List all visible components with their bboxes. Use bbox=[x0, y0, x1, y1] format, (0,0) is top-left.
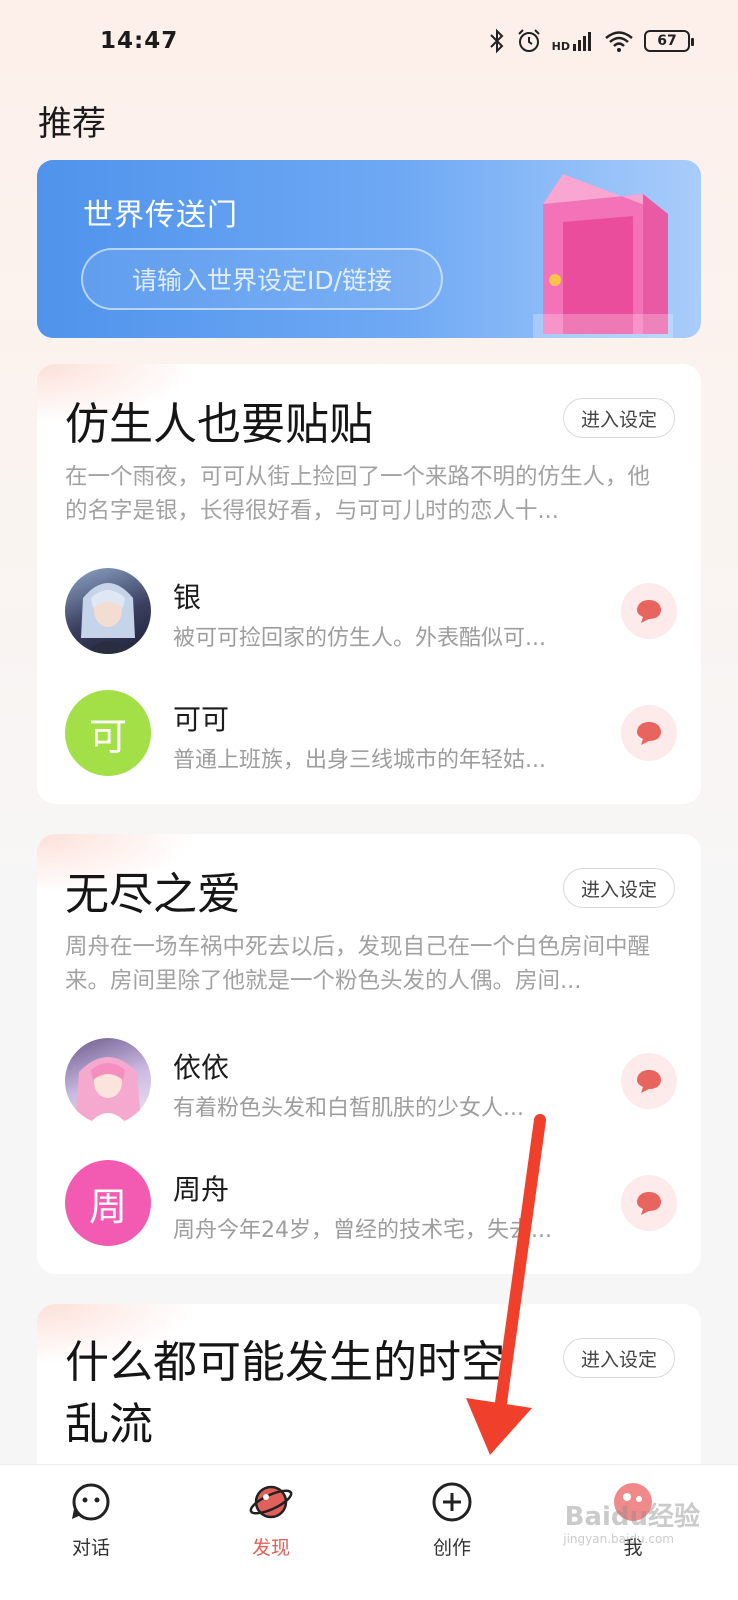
door-icon bbox=[533, 174, 673, 338]
tab-label: 发现 bbox=[251, 1537, 290, 1559]
character-description: 被可可捡回家的仿生人。外表酷似可... bbox=[173, 626, 546, 651]
tab-discover[interactable]: 发现 bbox=[216, 1481, 326, 1560]
chat-button[interactable] bbox=[621, 705, 677, 761]
planet-icon bbox=[249, 1485, 293, 1519]
world-title: 无尽之爱 bbox=[65, 869, 241, 920]
avatar-letter: 可 bbox=[88, 714, 127, 759]
pink-hair-character-icon bbox=[75, 1057, 141, 1124]
tab-create[interactable]: 创作 bbox=[397, 1481, 507, 1560]
clock: 14:47 bbox=[100, 28, 179, 54]
chat-bubble-icon bbox=[637, 1192, 661, 1215]
status-icons: HD 67 bbox=[488, 28, 694, 54]
character-name: 周舟 bbox=[173, 1173, 230, 1206]
wifi-icon bbox=[605, 31, 633, 52]
plus-circle-icon bbox=[432, 1482, 472, 1522]
avatar: 可 bbox=[65, 690, 151, 776]
enter-setting-button[interactable]: 进入设定 bbox=[563, 868, 675, 908]
character-row[interactable]: 依依 有着粉色头发和白皙肌肤的少女人... bbox=[65, 1038, 677, 1124]
bluetooth-icon bbox=[489, 28, 504, 54]
world-card[interactable]: 仿生人也要贴贴 进入设定 在一个雨夜，可可从街上捡回了一个来路不明的仿生人，他的… bbox=[37, 364, 701, 804]
avatar-letter: 周 bbox=[88, 1184, 127, 1229]
character-description: 周舟今年24岁，曾经的技术宅，失去... bbox=[173, 1218, 552, 1243]
world-description: 周舟在一场车祸中死去以后，发现自己在一个白色房间中醒来。房间里除了他就是一个粉色… bbox=[65, 934, 651, 994]
hd-label: HD bbox=[551, 40, 570, 53]
alarm-icon bbox=[517, 29, 540, 52]
silver-hair-character-icon bbox=[81, 583, 135, 654]
chat-face-icon bbox=[72, 1483, 110, 1521]
chat-button[interactable] bbox=[621, 1053, 677, 1109]
watermark-url: jingyan.baidu.com bbox=[563, 1532, 674, 1546]
chat-button[interactable] bbox=[621, 1175, 677, 1231]
character-name: 可可 bbox=[173, 703, 230, 736]
chat-bubble-icon bbox=[637, 722, 661, 745]
enter-setting-button[interactable]: 进入设定 bbox=[563, 1338, 675, 1378]
chat-bubble-icon bbox=[637, 600, 661, 623]
watermark: Baidu经验 bbox=[564, 1502, 700, 1532]
world-id-input[interactable]: 请输入世界设定ID/链接 bbox=[81, 248, 443, 310]
world-description: 在一个雨夜，可可从街上捡回了一个来路不明的仿生人，他的名字是银，长得很好看，与可… bbox=[65, 464, 651, 524]
page-title: 推荐 bbox=[38, 104, 106, 144]
character-row[interactable]: 银 被可可捡回家的仿生人。外表酷似可... bbox=[65, 568, 677, 654]
avatar bbox=[65, 568, 151, 654]
portal-title: 世界传送门 bbox=[83, 198, 238, 233]
signal-icon: HD bbox=[552, 30, 594, 52]
status-bar: 14:47 HD 67 bbox=[0, 0, 738, 90]
battery-icon: 67 bbox=[644, 30, 694, 52]
character-name: 依依 bbox=[173, 1051, 230, 1084]
chat-bubble-icon bbox=[637, 1070, 661, 1093]
world-title: 仿生人也要贴贴 bbox=[65, 399, 373, 450]
tab-label: 创作 bbox=[432, 1537, 471, 1559]
character-row[interactable]: 可 可可 普通上班族，出身三线城市的年轻姑... bbox=[65, 690, 677, 776]
character-name: 银 bbox=[173, 581, 202, 614]
world-portal-banner: 世界传送门 请输入世界设定ID/链接 bbox=[37, 160, 701, 338]
avatar bbox=[65, 1038, 151, 1124]
character-description: 普通上班族，出身三线城市的年轻姑... bbox=[173, 748, 546, 773]
tab-label: 对话 bbox=[71, 1537, 110, 1559]
chat-button[interactable] bbox=[621, 583, 677, 639]
character-row[interactable]: 周 周舟 周舟今年24岁，曾经的技术宅，失去... bbox=[65, 1160, 677, 1246]
world-card[interactable]: 无尽之爱 进入设定 周舟在一场车祸中死去以后，发现自己在一个白色房间中醒来。房间… bbox=[37, 834, 701, 1274]
avatar: 周 bbox=[65, 1160, 151, 1246]
character-description: 有着粉色头发和白皙肌肤的少女人... bbox=[173, 1096, 524, 1121]
tab-chat[interactable]: 对话 bbox=[36, 1481, 146, 1560]
enter-setting-button[interactable]: 进入设定 bbox=[563, 398, 675, 438]
world-title: 什么都可能发生的时空乱流 bbox=[65, 1337, 505, 1450]
